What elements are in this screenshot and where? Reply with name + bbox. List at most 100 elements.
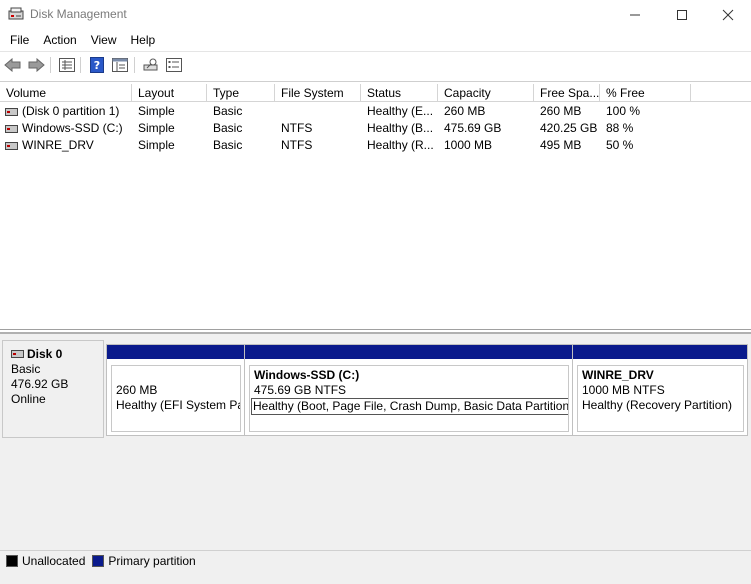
partition-name: WINRE_DRV xyxy=(582,368,654,382)
status-cell: Healthy (B... xyxy=(367,121,434,135)
partition-efi[interactable]: 260 MB Healthy (EFI System Par xyxy=(107,345,245,435)
svg-text:?: ? xyxy=(94,59,100,72)
window-title: Disk Management xyxy=(30,7,127,21)
disk-graphical-view: Disk 0 Basic 476.92 GB Online 260 MB Hea… xyxy=(0,332,751,550)
table-row[interactable]: WINRE_DRV Simple Basic NTFS Healthy (R..… xyxy=(0,137,751,154)
table-row[interactable]: Windows-SSD (C:) Simple Basic NTFS Healt… xyxy=(0,120,751,137)
back-arrow-icon xyxy=(4,58,21,72)
console-tree-icon xyxy=(112,58,128,72)
partition-body: Windows-SSD (C:) 475.69 GB NTFS Healthy … xyxy=(249,365,569,432)
volume-name: (Disk 0 partition 1) xyxy=(22,104,120,118)
legend-label: Unallocated xyxy=(22,553,86,568)
column-header-empty xyxy=(691,84,751,102)
layout-cell: Simple xyxy=(138,121,175,135)
toolbar: ? xyxy=(0,51,751,78)
volume-name: Windows-SSD (C:) xyxy=(22,121,123,135)
maximize-button[interactable] xyxy=(659,0,705,29)
settings-list-button[interactable] xyxy=(164,56,184,74)
menu-action[interactable]: Action xyxy=(36,33,83,47)
partition-strip: 260 MB Healthy (EFI System Par Windows-S… xyxy=(106,344,748,436)
column-header-capacity[interactable]: Capacity xyxy=(438,84,534,102)
connect-disk-button[interactable] xyxy=(141,56,161,74)
toolbar-separator xyxy=(50,57,51,73)
partition-size: 260 MB xyxy=(116,383,158,397)
file-system-cell: NTFS xyxy=(281,138,313,152)
partition-bar xyxy=(573,345,747,359)
column-header-layout[interactable]: Layout xyxy=(132,84,207,102)
partition-status: Healthy (EFI System Par xyxy=(116,398,241,412)
disk-size: 476.92 GB xyxy=(11,377,69,391)
unallocated-swatch xyxy=(6,554,18,567)
volume-icon xyxy=(5,142,18,150)
properties-button[interactable] xyxy=(57,56,77,74)
partition-size: 475.69 GB NTFS xyxy=(254,383,347,397)
partition-winre[interactable]: WINRE_DRV 1000 MB NTFS Healthy (Recovery… xyxy=(573,345,747,435)
status-cell: Healthy (E... xyxy=(367,104,434,118)
minimize-icon xyxy=(630,14,640,15)
partition-body: 260 MB Healthy (EFI System Par xyxy=(111,365,241,432)
minimize-button[interactable] xyxy=(612,0,658,29)
menu-help[interactable]: Help xyxy=(124,33,163,47)
connect-disk-icon xyxy=(143,58,158,71)
partition-size: 1000 MB NTFS xyxy=(582,383,665,397)
toolbar-separator xyxy=(80,57,81,73)
free-space-cell: 495 MB xyxy=(540,138,582,152)
column-header-type[interactable]: Type xyxy=(207,84,275,102)
partition-windows-ssd[interactable]: Windows-SSD (C:) 475.69 GB NTFS Healthy … xyxy=(245,345,573,435)
column-header-percent-free[interactable]: % Free xyxy=(600,84,691,102)
title-bar: Disk Management xyxy=(0,0,751,29)
disk-type: Basic xyxy=(11,362,41,376)
close-button[interactable] xyxy=(705,0,751,29)
forward-button[interactable] xyxy=(26,56,46,74)
forward-arrow-icon xyxy=(28,58,45,72)
type-cell: Basic xyxy=(213,104,243,118)
disk-management-icon xyxy=(8,7,24,20)
disk-name-row: Disk 0 xyxy=(11,347,95,362)
partition-name: Windows-SSD (C:) xyxy=(254,368,360,382)
status-cell: Healthy (R... xyxy=(367,138,434,152)
volume-name: WINRE_DRV xyxy=(22,138,94,152)
status-bar xyxy=(0,570,751,584)
column-header-volume[interactable]: Volume xyxy=(0,84,132,102)
primary-partition-swatch xyxy=(92,554,105,567)
legend-item-unallocated: Unallocated xyxy=(6,554,85,568)
column-header-status[interactable]: Status xyxy=(361,84,438,102)
help-icon: ? xyxy=(90,57,104,73)
capacity-cell: 260 MB xyxy=(444,104,486,118)
legend-bar: Unallocated Primary partition xyxy=(0,550,751,570)
legend-label: Primary partition xyxy=(108,553,196,568)
file-system-cell xyxy=(281,103,359,120)
help-button[interactable]: ? xyxy=(87,56,107,74)
partition-bar xyxy=(245,345,572,359)
type-cell: Basic xyxy=(213,121,243,135)
maximize-icon xyxy=(677,9,687,20)
legend-item-primary: Primary partition xyxy=(92,553,196,568)
layout-cell: Simple xyxy=(138,138,175,152)
console-tree-button[interactable] xyxy=(110,56,130,74)
disk-info-panel[interactable]: Disk 0 Basic 476.92 GB Online xyxy=(2,340,104,438)
capacity-cell: 475.69 GB xyxy=(444,121,502,135)
volume-icon xyxy=(5,125,18,133)
column-header-file-system[interactable]: File System xyxy=(275,84,361,102)
close-icon xyxy=(722,9,734,20)
settings-list-icon xyxy=(166,58,182,72)
toolbar-separator xyxy=(134,57,135,73)
layout-cell: Simple xyxy=(138,104,175,118)
volume-list: Volume Layout Type File System Status Ca… xyxy=(0,81,751,330)
percent-free-cell: 100 % xyxy=(606,104,641,118)
properties-list-icon xyxy=(59,58,75,72)
partition-body: WINRE_DRV 1000 MB NTFS Healthy (Recovery… xyxy=(577,365,744,432)
menu-file[interactable]: File xyxy=(3,33,36,47)
column-header-free-space[interactable]: Free Spa... xyxy=(534,84,600,102)
volume-icon xyxy=(5,108,18,116)
back-button[interactable] xyxy=(3,56,23,74)
file-system-cell: NTFS xyxy=(281,121,313,135)
type-cell: Basic xyxy=(213,138,243,152)
free-space-cell: 420.25 GB xyxy=(540,121,598,135)
partition-name xyxy=(116,368,236,383)
menu-view[interactable]: View xyxy=(84,33,124,47)
partition-bar xyxy=(107,345,244,359)
partition-status: Healthy (Recovery Partition) xyxy=(582,398,733,412)
disk-state: Online xyxy=(11,392,46,406)
table-row[interactable]: (Disk 0 partition 1) Simple Basic Health… xyxy=(0,103,751,120)
